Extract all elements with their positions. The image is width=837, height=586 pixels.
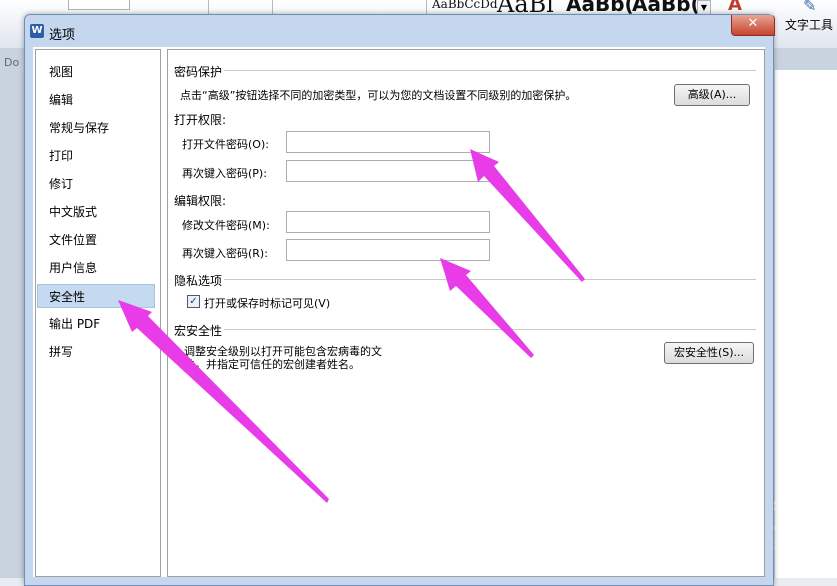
arrow-to-open-password (470, 149, 585, 282)
annotation-arrows (118, 149, 585, 503)
arrow-to-edit-password (440, 258, 534, 358)
arrow-to-security (118, 300, 329, 503)
